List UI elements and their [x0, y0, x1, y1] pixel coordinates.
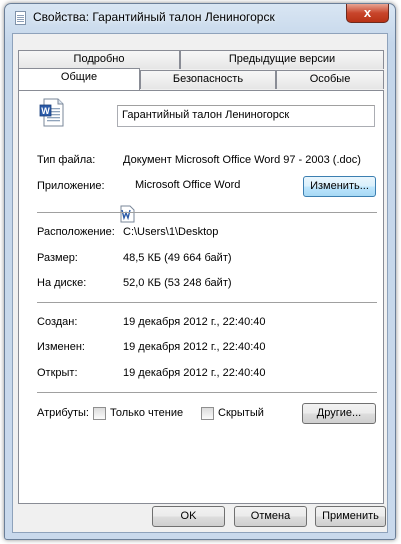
file-type-value: Документ Microsoft Office Word 97 - 2003… [123, 154, 361, 166]
separator [37, 302, 377, 303]
tab-previous-versions[interactable]: Предыдущие версии [180, 50, 384, 69]
file-type-label: Тип файла: [37, 154, 96, 166]
advanced-button[interactable]: Другие... [302, 403, 376, 424]
modified-label: Изменен: [37, 341, 85, 353]
readonly-checkbox[interactable] [93, 407, 106, 420]
tab-general[interactable]: Общие [18, 68, 140, 90]
readonly-label: Только чтение [110, 407, 184, 419]
window-title: Свойства: Гарантийный талон Лениногорск [33, 10, 275, 24]
dialog-body: Подробно Предыдущие версии Общие Безопас… [12, 33, 388, 533]
size-on-disk-value: 52,0 КБ (53 248 байт) [123, 277, 232, 289]
size-value: 48,5 КБ (49 664 байт) [123, 252, 232, 264]
properties-window: Свойства: Гарантийный талон Лениногорск … [4, 3, 396, 540]
size-on-disk-label: На диске: [37, 277, 87, 289]
location-label: Расположение: [37, 226, 115, 238]
separator [37, 392, 377, 393]
file-name-field[interactable]: Гарантийный талон Лениногорск [117, 105, 375, 127]
size-label: Размер: [37, 252, 78, 264]
application-value: Microsoft Office Word [135, 179, 241, 191]
application-label: Приложение: [37, 180, 105, 192]
general-tab-panel [18, 90, 384, 504]
ok-button[interactable]: OK [152, 506, 225, 527]
title-bar[interactable]: Свойства: Гарантийный талон Лениногорск … [5, 4, 395, 30]
hidden-checkbox[interactable] [201, 407, 214, 420]
apply-button[interactable]: Применить [315, 506, 386, 527]
modified-value: 19 декабря 2012 г., 22:40:40 [123, 341, 266, 353]
tab-security[interactable]: Безопасность [140, 70, 276, 89]
document-icon [15, 11, 26, 25]
created-value: 19 декабря 2012 г., 22:40:40 [123, 316, 266, 328]
accessed-label: Открыт: [37, 367, 78, 379]
word-app-icon [120, 205, 135, 223]
location-value: C:\Users\1\Desktop [123, 226, 219, 238]
tab-details[interactable]: Подробно [18, 50, 180, 69]
tab-custom[interactable]: Особые [276, 70, 384, 89]
accessed-value: 19 декабря 2012 г., 22:40:40 [123, 367, 266, 379]
close-button[interactable]: x [346, 4, 389, 23]
separator [37, 212, 377, 213]
cancel-button[interactable]: Отмена [234, 506, 307, 527]
attributes-label: Атрибуты: [37, 407, 89, 419]
svg-text:W: W [41, 106, 50, 116]
change-button[interactable]: Изменить... [303, 176, 376, 197]
hidden-label: Скрытый [218, 407, 264, 419]
word-document-icon: W [39, 98, 64, 127]
created-label: Создан: [37, 316, 78, 328]
